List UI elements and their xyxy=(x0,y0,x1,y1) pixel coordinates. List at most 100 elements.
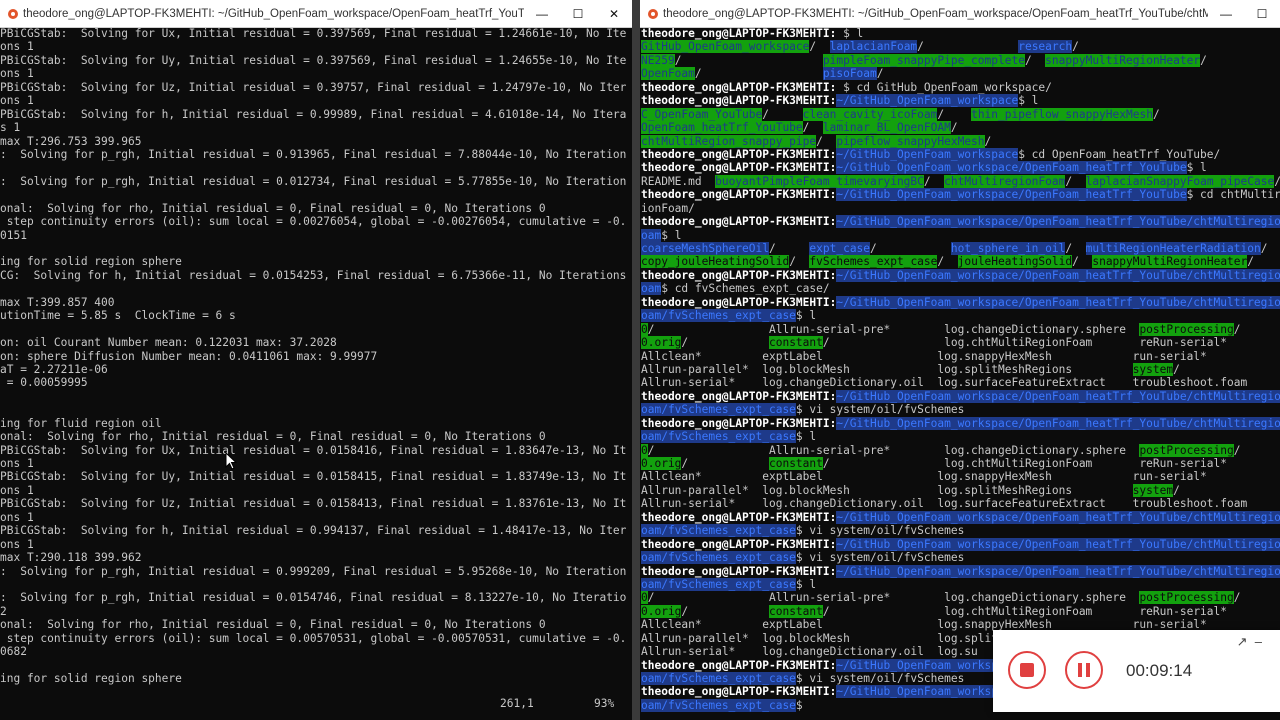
left-title-bar[interactable]: theodore_ong@LAPTOP-FK3MEHTI: ~/GitHub_O… xyxy=(0,0,632,28)
terminal-text: Allrun-parallel* log.blockMesh log.split… xyxy=(641,362,1133,376)
terminal-text: / xyxy=(1072,40,1079,54)
shell-prompt: theodore_ong@LAPTOP-FK3MEHTI: xyxy=(641,147,837,161)
right-title-bar[interactable]: theodore_ong@LAPTOP-FK3MEHTI: ~/GitHub_O… xyxy=(640,0,1280,28)
terminal-text: / xyxy=(950,121,958,135)
terminal-line: OpenFoam/ pisoFoam/ xyxy=(641,67,1280,81)
terminal-line: theodore_ong@LAPTOP-FK3MEHTI:~/GitHub_Op… xyxy=(641,268,1280,282)
terminal-text: / xyxy=(937,107,972,121)
terminal-line: GitHub_OpenFoam_workspace/ laplacianFoam… xyxy=(641,40,1280,54)
terminal-line: s 1 xyxy=(0,121,21,135)
directory-entry: postProcessing xyxy=(1139,322,1234,336)
minimize-icon[interactable]: — xyxy=(1208,0,1244,27)
right-terminal-window[interactable]: theodore_ong@LAPTOP-FK3MEHTI: ~/GitHub_O… xyxy=(640,0,1280,720)
left-terminal-window[interactable]: theodore_ong@LAPTOP-FK3MEHTI: ~/GitHub_O… xyxy=(0,0,632,720)
terminal-line: 0/ Allrun-serial-pre* log.changeDictiona… xyxy=(641,322,1280,336)
terminal-line: 2 xyxy=(0,604,7,618)
terminal-line: README.md buoyantPimpleFoam_timevaryingB… xyxy=(641,174,1280,188)
terminal-text: $ l xyxy=(661,228,682,242)
terminal-line: theodore_ong@LAPTOP-FK3MEHTI:~/GitHub_Op… xyxy=(641,510,1280,524)
minimize-icon[interactable]: — xyxy=(524,0,560,27)
mouse-pointer-icon xyxy=(225,452,237,470)
terminal-line: Allrun-serial* log.changeDictionary.oil … xyxy=(641,376,1280,389)
terminal-text: $ l xyxy=(795,309,817,323)
terminal-line: : Solving for p_rgh, Initial residual = … xyxy=(0,591,627,605)
terminal-line: 0/ Allrun-serial-pre* log.changeDictiona… xyxy=(641,591,1280,605)
terminal-line: copy_jouleHeatingSolid/ fvSchemes_expt_c… xyxy=(641,255,1280,269)
prompt-path: ~/GitHub_OpenFoam_workspace/OpenFoam_hea… xyxy=(836,161,1187,175)
window-separator xyxy=(632,0,640,720)
terminal-text: / Allrun-serial-pre* log.changeDictionar… xyxy=(647,443,1140,457)
directory-entry: fvSchemes_expt_case xyxy=(809,255,938,269)
terminal-text: $ l xyxy=(1018,94,1039,108)
terminal-line: oam/fvSchemes_expt_case$ vi system/oil/f… xyxy=(641,551,1280,565)
terminal-text: README.md xyxy=(641,174,716,188)
directory-entry: buoyantPimpleFoam_timevaryingBC xyxy=(715,174,924,188)
terminal-line: 0.orig/ constant/ log.chtMultiRegionFoam… xyxy=(641,336,1280,350)
terminal-line: : Solving for p_rgh, Initial residual = … xyxy=(0,564,627,578)
close-icon[interactable]: ✕ xyxy=(596,0,632,27)
terminal-line: PBiCGStab: Solving for Uz, Initial resid… xyxy=(0,80,627,94)
terminal-line: NE259/ pimpleFoam_snappyPipe_complete/ s… xyxy=(641,53,1280,67)
maximize-icon[interactable]: ☐ xyxy=(1244,0,1280,27)
terminal-line: ing for solid region sphere xyxy=(0,255,182,269)
prompt-path: research xyxy=(1018,40,1073,54)
directory-entry: laplacianSnappyFoam_pipeCase xyxy=(1085,174,1275,188)
recording-elapsed-time: 00:09:14 xyxy=(1126,661,1193,680)
terminal-text: $ vi system/oil/fvSchemes xyxy=(795,524,965,538)
terminal-text: / xyxy=(768,242,810,255)
prompt-path: oam/fvSchemes_expt_case xyxy=(641,551,796,565)
terminal-line: : Solving for p_rgh, Initial residual = … xyxy=(0,147,627,161)
stop-icon xyxy=(1020,663,1034,677)
terminal-line: C_OpenFoam_YouTube / clean_cavity_icoFoam… xyxy=(641,107,1280,121)
prompt-path: ~/GitHub_OpenFoam_workspace/OpenFoam_hea… xyxy=(836,416,1280,430)
directory-entry: NE259 xyxy=(641,53,675,67)
directory-entry: postProcessing xyxy=(1139,443,1234,457)
expand-icon[interactable]: ↗ – xyxy=(1237,634,1262,650)
terminal-line: oam$ cd fvSchemes_expt_case/ xyxy=(641,282,1280,296)
terminal-text: / log.chtMultiRegionFoam reRun-serial* xyxy=(822,457,1228,470)
terminal-line: PBiCGStab: Solving for Ux, Initial resid… xyxy=(0,27,627,40)
prompt-path: ~/GitHub_OpenFoam_workspace/OpenFoam_hea… xyxy=(836,295,1280,309)
terminal-line: theodore_ong@LAPTOP-FK3MEHTI:~/GitHub_Op… xyxy=(641,94,1280,108)
stop-recording-button[interactable] xyxy=(1008,651,1046,689)
terminal-text: ionFoam/ xyxy=(641,201,695,215)
directory-entry: 0.orig xyxy=(641,457,682,470)
prompt-path: ~/GitHub_OpenFoam_workspace/OpenFoam_hea… xyxy=(836,389,1280,403)
pause-recording-button[interactable] xyxy=(1065,651,1103,689)
directory-entry: constant xyxy=(768,604,823,618)
terminal-line: 0/ Allrun-serial-pre* log.changeDictiona… xyxy=(641,443,1280,457)
shell-prompt: theodore_ong@LAPTOP-FK3MEHTI: xyxy=(641,188,837,202)
terminal-line: onal: Solving for rho, Initial residual … xyxy=(0,201,546,215)
directory-entry: system xyxy=(1132,483,1174,497)
maximize-icon[interactable]: ☐ xyxy=(560,0,596,27)
directory-entry: clean_cavity_icoFoam xyxy=(802,107,938,121)
terminal-line: ons 1 xyxy=(0,537,34,551)
prompt-path: oam/fvSchemes_expt_case xyxy=(641,309,796,323)
terminal-line: theodore_ong@LAPTOP-FK3MEHTI:~/GitHub_Op… xyxy=(641,215,1280,229)
shell-prompt: theodore_ong@LAPTOP-FK3MEHTI: xyxy=(641,416,837,430)
vi-scroll-percent: 93% xyxy=(594,697,615,710)
terminal-line: step continuity errors (oil): sum local … xyxy=(0,215,627,229)
terminal-line: PBiCGStab: Solving for Uy, Initial resid… xyxy=(0,470,627,484)
terminal-line: oam/fvSchemes_expt_case$ l xyxy=(641,430,1280,444)
terminal-text: $ cd OpenFoam_heatTrf_YouTube/ xyxy=(1018,147,1221,161)
terminal-text: / xyxy=(681,336,769,350)
terminal-text: $ vi system/oil/fvSchemes xyxy=(795,403,965,417)
terminal-line: max T:290.118 399.962 xyxy=(0,551,142,565)
terminal-text: / xyxy=(1233,443,1241,457)
directory-entry: pipeflow_snappyHexMesh xyxy=(836,134,985,148)
right-terminal-output[interactable]: theodore_ong@LAPTOP-FK3MEHTI: $ l GitHub_… xyxy=(640,27,1280,720)
terminal-text: / xyxy=(1260,242,1268,255)
directory-entry: C_OpenFoam_YouTube xyxy=(641,107,763,121)
left-terminal-output[interactable]: PBiCGStab: Solving for Ux, Initial resid… xyxy=(0,27,632,720)
terminal-app-icon xyxy=(6,7,19,20)
terminal-line: Allrun-parallel* log.blockMesh log.split… xyxy=(641,362,1280,376)
prompt-path: ~/GitHub_OpenFoam_workspace xyxy=(836,94,1019,108)
terminal-text: Allrun-parallel* log.blockMesh log.split xyxy=(641,631,998,645)
